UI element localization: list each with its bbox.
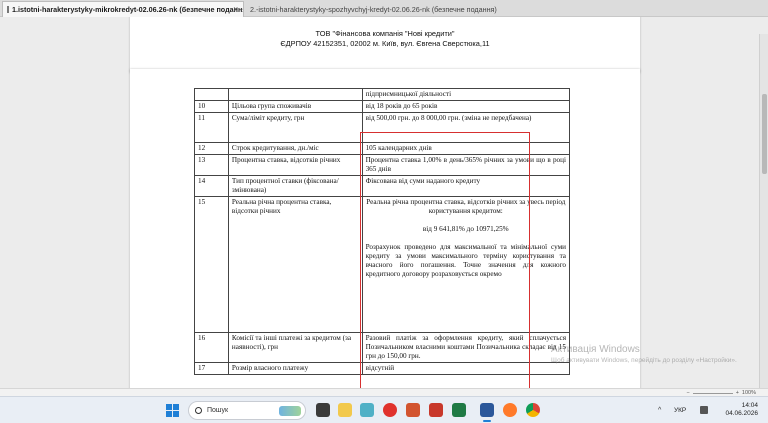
file-explorer-icon[interactable] (338, 403, 352, 417)
tab-bar: 1.istotni-harakterystyky-mikrokredyt-02.… (0, 0, 768, 17)
cell-num: 11 (194, 112, 229, 143)
cell-name: Тип процентної ставки (фіксована/змінюва… (227, 175, 363, 197)
excel-icon[interactable] (452, 403, 466, 417)
rate-intro: Реальна річна процентна ставка, відсоткі… (366, 198, 566, 215)
search-placeholder: Пошук (207, 407, 229, 414)
cell-value: Реальна річна процентна ставка, відсоткі… (361, 196, 571, 333)
document-viewport[interactable]: ТОВ "Фінансова компанія "Нові кредити" Є… (0, 17, 768, 388)
cell-value: відсутній (361, 362, 571, 375)
tray: УКР (674, 397, 686, 423)
cell-num: 16 (194, 332, 229, 363)
cell-name: Сума/ліміт кредиту, грн (227, 112, 363, 143)
taskbar-search[interactable]: Пошук (188, 401, 306, 420)
cell-value: Процентна ставка 1,00% в день/365% річни… (361, 154, 571, 176)
activation-hint: Щоб активувати Windows, перейдіть до роз… (551, 357, 737, 364)
firefox-icon[interactable] (503, 403, 517, 417)
tray-overflow-icon[interactable]: ^ (658, 407, 661, 414)
tab-label: 1.istotni-harakterystyky-mikrokredyt-02.… (12, 5, 244, 14)
cell-value: 105 календарних днів (361, 142, 571, 155)
cell-name: Цільова група споживачів (227, 100, 363, 113)
table-row: 13 Процентна ставка, відсотків річних Пр… (194, 154, 571, 176)
table-row: 10 Цільова група споживачів від 18 років… (194, 100, 571, 113)
table-row: 14 Тип процентної ставки (фіксована/змін… (194, 175, 571, 197)
cell-name: Розмір власного платежу (227, 362, 363, 375)
activation-title: Активація Windows (551, 344, 640, 355)
table-row: 16 Комісії та інші платежі за кредитом (… (194, 332, 571, 363)
scrollbar-thumb[interactable] (762, 94, 767, 174)
chrome-icon[interactable] (526, 403, 540, 417)
cell-num: 14 (194, 175, 229, 197)
powerpoint-icon[interactable] (406, 403, 420, 417)
table-row: підприємницької діяльності (194, 88, 571, 101)
time: 14:04 (741, 402, 758, 409)
company-name: ТОВ "Фінансова компанія "Нові кредити" (315, 29, 455, 38)
cell-value: Разовий платіж за оформлення кредиту, як… (361, 332, 571, 363)
network-icon[interactable] (700, 406, 708, 414)
cell-value: від 500,00 грн. до 8 000,00 грн. (зміна … (361, 112, 571, 143)
windows-activation-watermark: Активація Windows Щоб активувати Windows… (551, 344, 737, 364)
cell-name: Реальна річна процентна ставка, відсотки… (227, 196, 363, 333)
cell-name: Комісії та інші платежі за кредитом (за … (227, 332, 363, 363)
cell-value: Фіксована від суми наданого кредиту (361, 175, 571, 197)
task-view-icon[interactable] (316, 403, 330, 417)
cell-num: 15 (194, 196, 229, 333)
opera-icon[interactable] (383, 403, 397, 417)
table-row: 11 Сума/ліміт кредиту, грн від 500,00 гр… (194, 112, 571, 143)
date: 04.06.2026 (725, 410, 758, 417)
search-highlight-image (279, 406, 301, 416)
close-icon[interactable]: × (233, 5, 238, 14)
windows-start-icon[interactable] (166, 404, 179, 417)
table-row: 17 Розмір власного платежу відсутній (194, 362, 571, 375)
language-indicator[interactable]: УКР (674, 407, 686, 414)
pdf-reader-icon[interactable] (429, 403, 443, 417)
vertical-scrollbar[interactable] (759, 34, 768, 388)
status-bar: − + 100% (0, 388, 768, 396)
tab-label: 2.-istotni-harakterystyky-spozhyvchyj-kr… (250, 4, 497, 14)
page-2: підприємницької діяльності 10 Цільова гр… (130, 69, 640, 388)
document-icon (7, 6, 9, 13)
word-icon[interactable] (480, 403, 494, 422)
cell-value: підприємницької діяльності (361, 88, 571, 101)
tab-document-1[interactable]: 1.istotni-harakterystyky-mikrokredyt-02.… (2, 1, 244, 17)
tab-document-2[interactable]: 2.-istotni-harakterystyky-spozhyvchyj-kr… (246, 1, 508, 17)
cell-name: Строк кредитування, дн./міс (227, 142, 363, 155)
cell-num: 10 (194, 100, 229, 113)
cell-value: від 18 років до 65 років (361, 100, 571, 113)
zoom-slider[interactable] (692, 392, 733, 394)
page-1: ТОВ "Фінансова компанія "Нові кредити" Є… (130, 17, 640, 73)
taskbar: Пошук ^ УКР 14:04 04.06.2026 (0, 396, 768, 423)
table-row: 15 Реальна річна процентна ставка, відсо… (194, 196, 571, 333)
search-icon (195, 407, 202, 414)
rate-note: Розрахунок проведено для максимальної та… (365, 243, 566, 278)
rate-range: від 9 641,81% до 10971,25% (422, 225, 509, 233)
snipping-tool-icon[interactable] (360, 403, 374, 417)
cell-num: 17 (194, 362, 229, 375)
clock[interactable]: 14:04 04.06.2026 (725, 402, 758, 418)
cell-num: 13 (194, 154, 229, 176)
characteristics-table: підприємницької діяльності 10 Цільова гр… (194, 88, 571, 375)
cell-name: Процентна ставка, відсотків річних (227, 154, 363, 176)
company-details: ЄДРПОУ 42152351, 02002 м. Київ, вул. Євг… (280, 39, 490, 48)
cell-num: 12 (194, 142, 229, 155)
table-row: 12 Строк кредитування, дн./міс 105 кален… (194, 142, 571, 155)
